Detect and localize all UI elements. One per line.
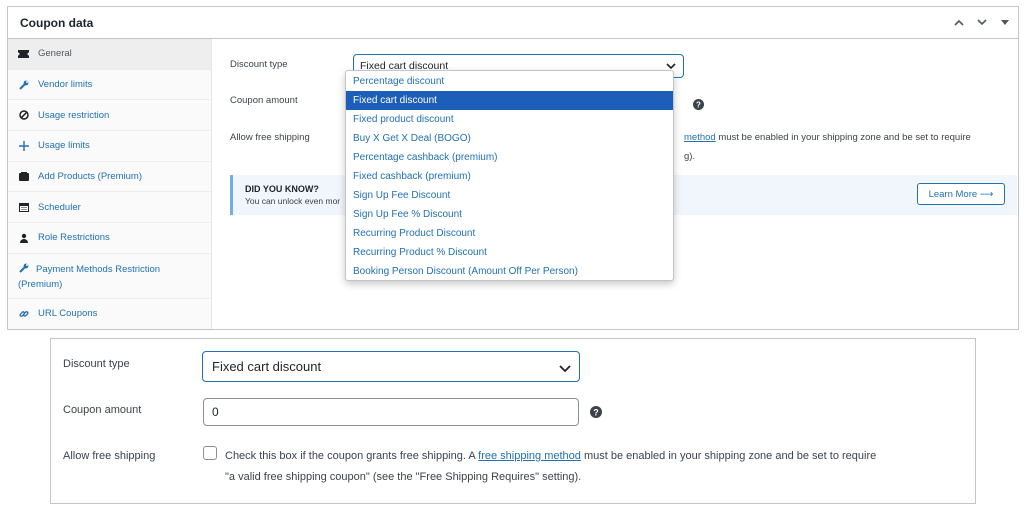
shipping-text-before: Check this box if the coupon grants free… (225, 450, 479, 462)
free-shipping-label: Allow free shipping (63, 450, 156, 462)
shipping-note: method must be enabled in your shipping … (684, 132, 971, 143)
tab-url-coupons[interactable]: URL Coupons (8, 299, 211, 329)
tab-label: Payment Methods Restriction (Premium) (18, 263, 161, 290)
option-booking-person-discount[interactable]: Booking Person Discount (Amount Off Per … (346, 262, 673, 281)
tab-usage-restriction[interactable]: Usage restriction (8, 100, 211, 132)
option-sign-up-fee-percent[interactable]: Sign Up Fee % Discount (346, 205, 673, 224)
cart-icon (18, 171, 29, 182)
shipping-note-line2: g). (684, 151, 696, 162)
coupon-amount-label: Coupon amount (63, 404, 142, 416)
tab-label: Scheduler (38, 201, 81, 213)
discount-type-label: Discount type (230, 59, 288, 70)
tab-label: Role Restrictions (38, 232, 110, 244)
free-shipping-label: Allow free shipping (230, 132, 310, 143)
notice-title: DID YOU KNOW? (245, 184, 319, 194)
tab-label: Usage restriction (38, 109, 110, 121)
discount-type-select[interactable]: Fixed cart discount (202, 351, 580, 382)
help-icon[interactable]: ? (590, 405, 602, 423)
coupon-amount-label: Coupon amount (230, 95, 298, 106)
svg-text:?: ? (696, 101, 701, 110)
plus-icon (18, 140, 29, 151)
tab-label: URL Coupons (38, 308, 98, 320)
tab-label: Vendor limits (38, 79, 93, 91)
free-shipping-method-link[interactable]: free shipping method (478, 450, 581, 462)
shipping-text-after: must be enabled in your shipping zone an… (580, 450, 877, 462)
learn-more-button[interactable]: Learn More ⟶ (917, 183, 1005, 205)
ticket-icon (18, 48, 29, 59)
free-shipping-checkbox[interactable] (203, 446, 217, 460)
coupon-general-zoomed-panel: Discount type Fixed cart discount Coupon… (50, 338, 976, 504)
chevron-down-icon (559, 361, 571, 376)
help-icon[interactable]: ? (693, 97, 704, 115)
option-fixed-product-discount[interactable]: Fixed product discount (346, 110, 673, 129)
option-percentage-discount[interactable]: Percentage discount (346, 72, 673, 91)
block-icon (18, 110, 29, 121)
svg-text:?: ? (593, 407, 599, 417)
coupon-amount-value: 0 (212, 405, 219, 419)
free-shipping-description: Check this box if the coupon grants free… (225, 446, 965, 488)
panel-controls (952, 16, 1018, 30)
option-fixed-cart-discount[interactable]: Fixed cart discount (346, 91, 673, 110)
discount-type-value: Fixed cart discount (212, 359, 322, 374)
wrench-icon (18, 79, 29, 90)
tab-add-products[interactable]: Add Products (Premium) (8, 162, 211, 193)
user-icon (18, 232, 29, 243)
coupon-amount-input[interactable]: 0 (203, 398, 579, 426)
tab-general[interactable]: General (8, 39, 211, 70)
panel-title: Coupon data (20, 15, 94, 30)
shipping-method-link[interactable]: method (684, 132, 716, 143)
tab-scheduler[interactable]: Scheduler (8, 192, 211, 224)
panel-header: Coupon data (8, 7, 1018, 39)
coupon-tabs: General Vendor limits Usage restriction … (8, 39, 212, 329)
option-percentage-cashback[interactable]: Percentage cashback (premium) (346, 148, 673, 167)
option-recurring-product-percent[interactable]: Recurring Product % Discount (346, 243, 673, 262)
tab-role-restrictions[interactable]: Role Restrictions (8, 223, 211, 254)
option-sign-up-fee-discount[interactable]: Sign Up Fee Discount (346, 186, 673, 205)
tab-vendor-limits[interactable]: Vendor limits (8, 70, 211, 101)
calendar-icon (18, 202, 29, 213)
option-recurring-product-discount[interactable]: Recurring Product Discount (346, 224, 673, 243)
option-bogo[interactable]: Buy X Get X Deal (BOGO) (346, 129, 673, 148)
discount-type-label: Discount type (63, 358, 130, 370)
shipping-note-tail: must be enabled in your shipping zone an… (715, 132, 971, 143)
move-up-icon[interactable] (952, 16, 966, 30)
tab-label: Add Products (Premium) (38, 171, 143, 183)
move-down-icon[interactable] (975, 16, 989, 30)
discount-type-dropdown: Percentage discount Fixed cart discount … (345, 70, 674, 281)
option-fixed-cashback[interactable]: Fixed cashback (premium) (346, 167, 673, 186)
tab-payment-methods[interactable]: Payment Methods Restriction (Premium) (8, 254, 211, 299)
shipping-text-line2: "a valid free shipping coupon" (see the … (225, 471, 582, 483)
tab-usage-limits[interactable]: Usage limits (8, 131, 211, 162)
toggle-panel-icon[interactable] (998, 16, 1012, 30)
tab-label: General (38, 48, 72, 60)
wrench-icon (18, 262, 29, 273)
tab-label: Usage limits (38, 140, 90, 152)
notice-text: You can unlock even mor (245, 196, 341, 206)
link-icon (18, 308, 29, 319)
